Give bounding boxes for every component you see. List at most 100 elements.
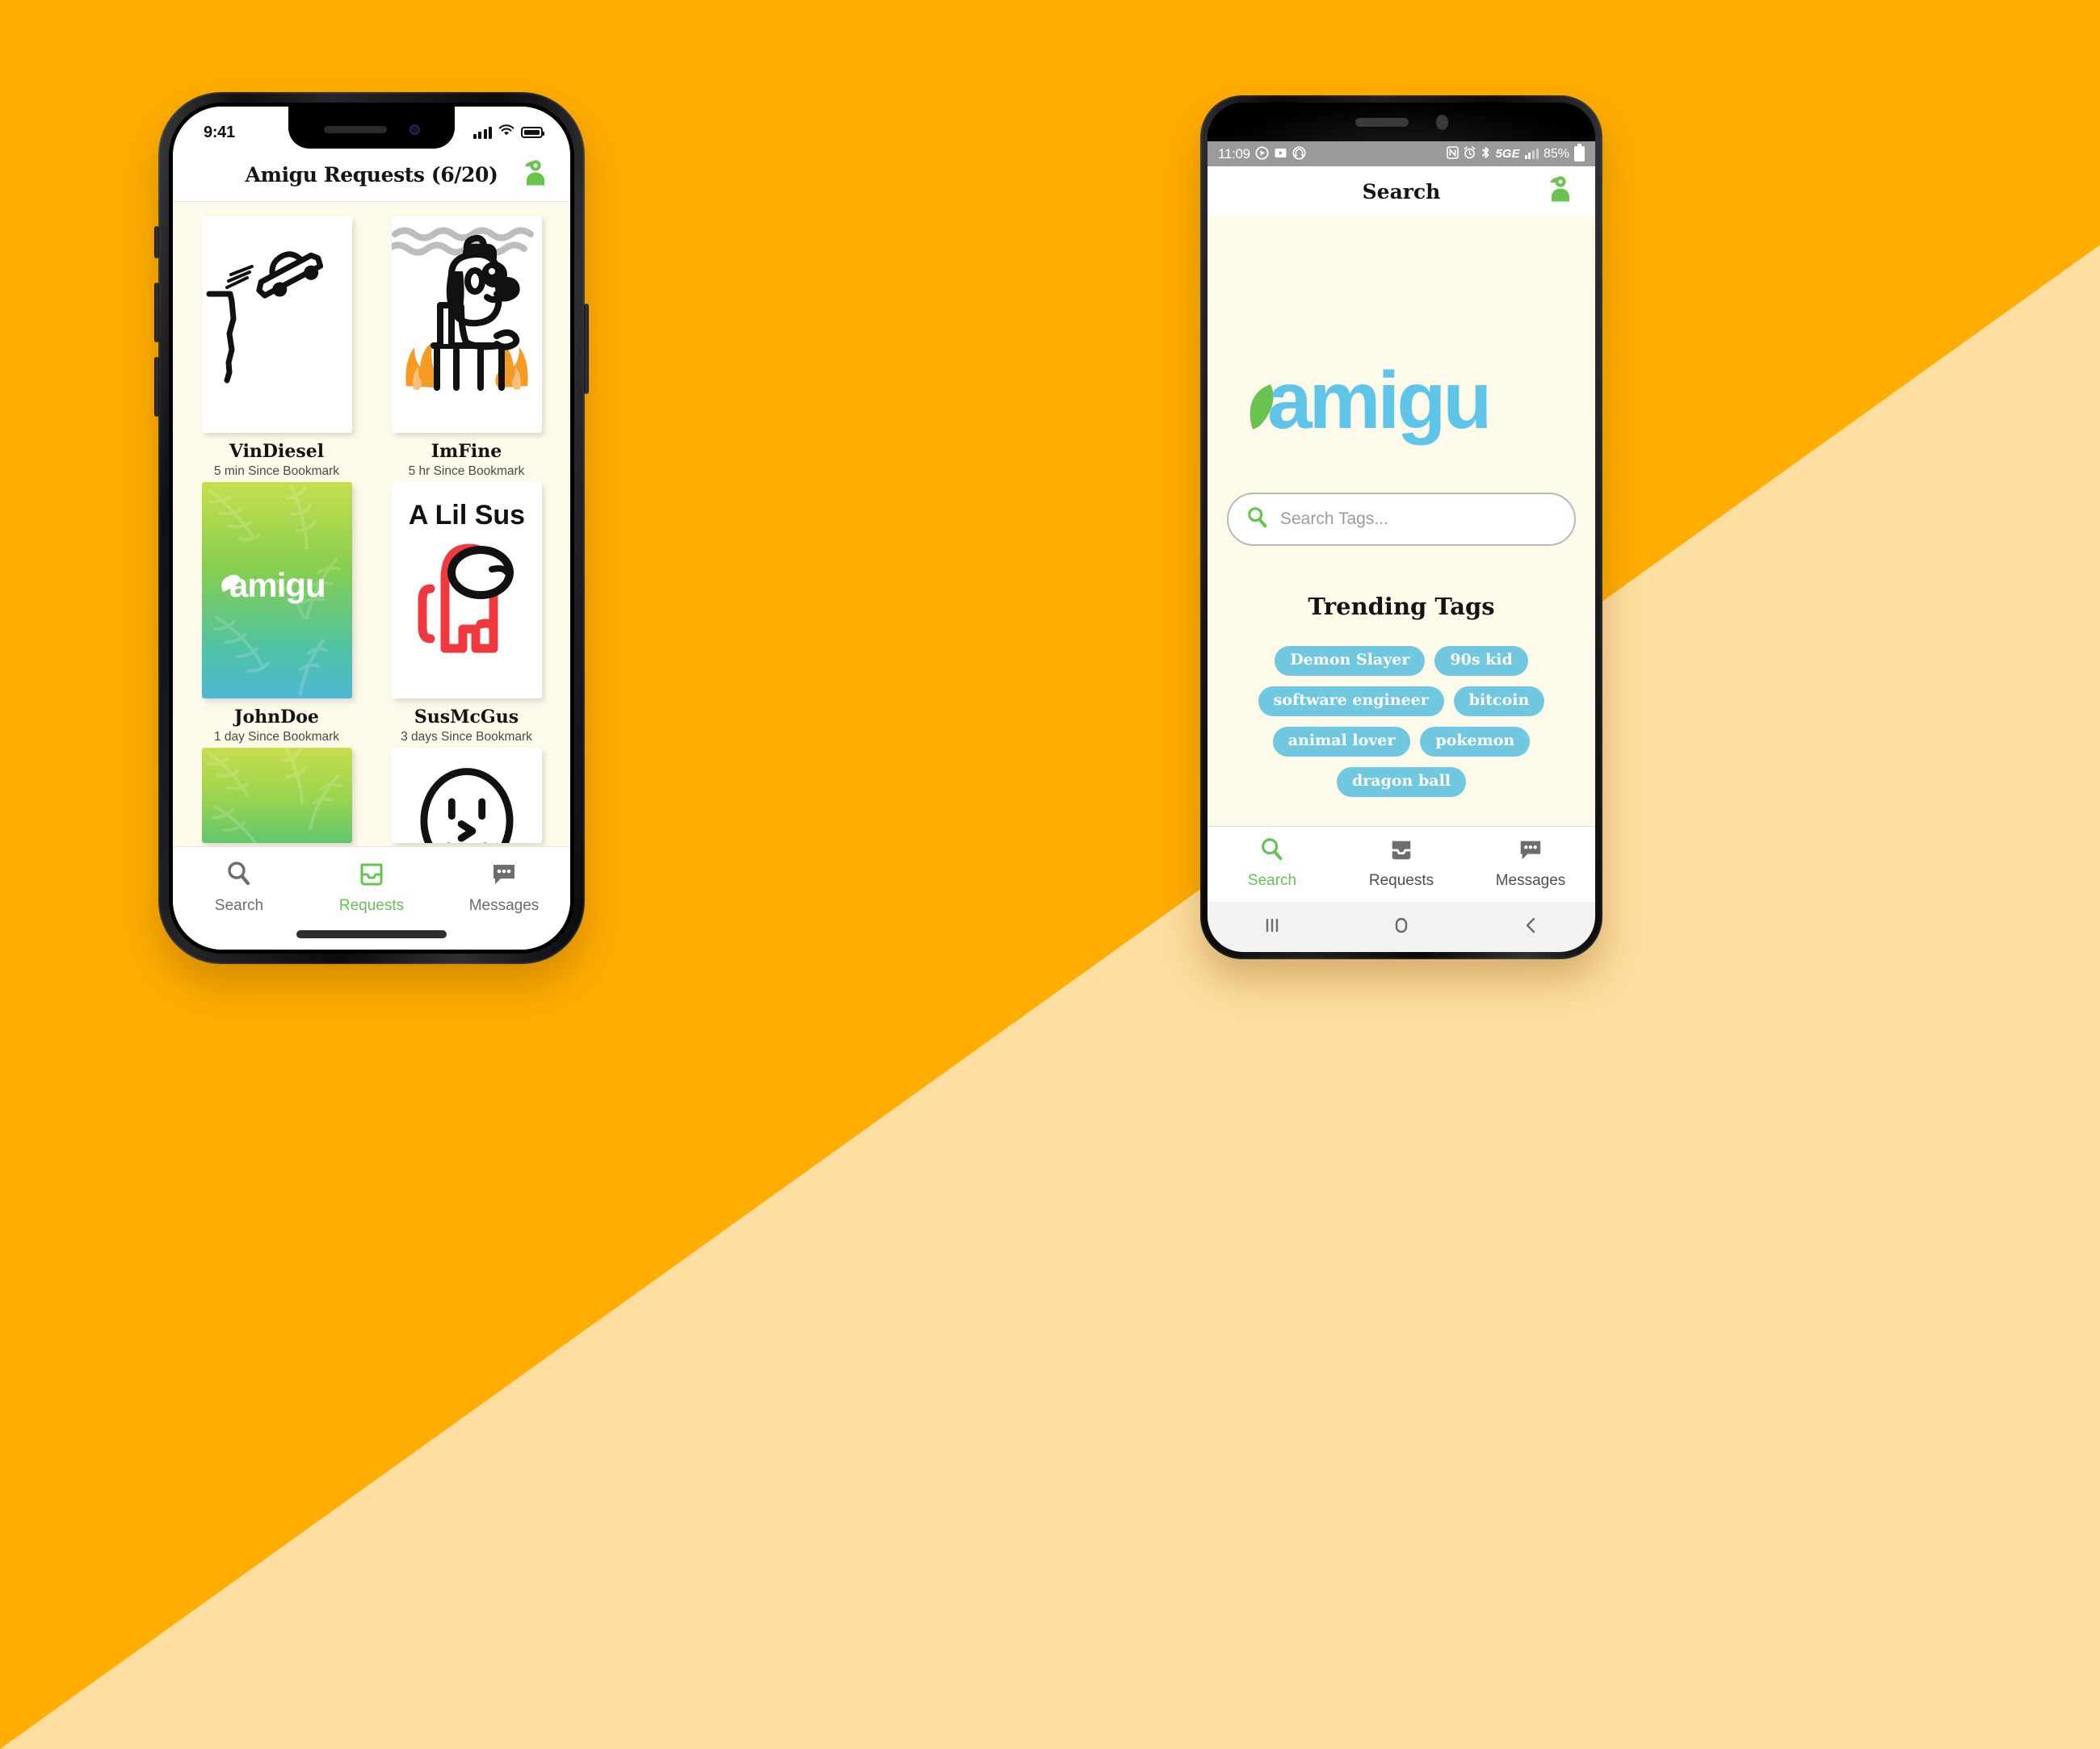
page-title: Search	[1362, 179, 1441, 203]
tab-requests[interactable]: Requests	[311, 860, 432, 915]
card-username: JohnDoe	[234, 707, 319, 728]
iphone-volume-up-button[interactable]	[154, 283, 159, 342]
tab-label: Requests	[338, 897, 405, 914]
battery-charging-icon	[1574, 144, 1585, 161]
tag-chip[interactable]: 90s kid	[1434, 646, 1528, 676]
amigu-leaf-placeholder: amigu	[201, 482, 352, 698]
card-thumbnail[interactable]: amigu	[201, 482, 352, 698]
dog-in-fire-doodle	[391, 227, 534, 391]
tab-label: Search	[214, 897, 264, 914]
search-icon	[1246, 506, 1269, 533]
tab-search[interactable]: Search	[1212, 837, 1333, 890]
card-username: ImFine	[430, 441, 502, 462]
request-card[interactable]	[191, 748, 363, 843]
card-thumbnail[interactable]	[201, 748, 352, 843]
inbox-tray-icon	[358, 860, 385, 891]
tag-chip[interactable]: software engineer	[1258, 686, 1444, 716]
card-timestamp: 3 days Since Bookmark	[401, 730, 532, 744]
search-page-content: amigu Search Tags... Trending Tags Demon…	[1208, 216, 1595, 826]
amigu-logo: amigu	[1240, 352, 1563, 449]
trending-tags-list: Demon Slayer 90s kid software engineer b…	[1227, 646, 1576, 797]
tab-label: Requests	[1368, 871, 1434, 889]
media-record-icon	[1255, 145, 1269, 162]
card-timestamp: 5 hr Since Bookmark	[408, 464, 525, 478]
back-chevron-icon[interactable]	[1518, 913, 1543, 942]
tab-label: Search	[1247, 871, 1297, 889]
iphone-volume-down-button[interactable]	[154, 357, 159, 417]
cellular-bars-icon	[472, 126, 492, 139]
tab-label: Messages	[1495, 871, 1566, 889]
battery-percent-label: 85%	[1543, 146, 1569, 161]
logo-text: amigu	[1267, 355, 1489, 446]
wifi-icon	[498, 124, 514, 141]
recents-icon[interactable]	[1260, 913, 1284, 942]
status-time: 11:09	[1218, 145, 1250, 161]
iphone-notch	[288, 107, 455, 149]
tag-chip[interactable]: pokemon	[1420, 727, 1531, 757]
card-thumbnail[interactable]: A Lil Sus	[391, 482, 542, 698]
requests-feed[interactable]: VinDiesel 5 min Since Bookmark ImFine 5 …	[173, 202, 570, 846]
tag-chip[interactable]: Demon Slayer	[1275, 646, 1426, 676]
iphone-power-button[interactable]	[584, 304, 589, 394]
tab-label: Messages	[468, 897, 540, 914]
card-thumbnail[interactable]	[391, 748, 542, 843]
android-screen: 11:09 5GE 85% Search amigu Search Tags..…	[1208, 103, 1595, 952]
home-circle-icon[interactable]	[1389, 913, 1413, 942]
iphone-device-mockup: 9:41 Amigu Requests (6/20) VinDiesel 5 m…	[154, 92, 589, 964]
request-card-grid: VinDiesel 5 min Since Bookmark ImFine 5 …	[191, 216, 552, 843]
card-username: VinDiesel	[229, 441, 325, 462]
iphone-silent-switch[interactable]	[154, 226, 159, 258]
nfc-icon	[1446, 146, 1459, 161]
android-top-bezel	[1208, 103, 1595, 141]
card-thumbnail[interactable]	[201, 216, 352, 433]
amigu-leaf-placeholder	[201, 748, 352, 843]
android-status-bar: 11:09 5GE 85%	[1208, 141, 1595, 166]
iphone-bezel: 9:41 Amigu Requests (6/20) VinDiesel 5 m…	[169, 103, 574, 954]
profile-avatar-icon[interactable]	[522, 157, 549, 192]
tag-chip[interactable]: animal lover	[1272, 727, 1411, 757]
search-icon	[1259, 837, 1285, 866]
bluetooth-icon	[1480, 146, 1491, 161]
search-input[interactable]: Search Tags...	[1227, 493, 1576, 546]
svg-text:amigu: amigu	[229, 566, 326, 604]
headphones-icon	[1292, 145, 1306, 162]
android-tab-bar: Search Requests Messages	[1208, 826, 1595, 902]
tab-requests[interactable]: Requests	[1341, 837, 1462, 890]
android-app-header: Search	[1208, 166, 1595, 216]
chat-bubble-icon	[490, 860, 518, 891]
request-card[interactable]: VinDiesel 5 min Since Bookmark	[191, 216, 363, 479]
search-icon	[225, 860, 253, 891]
tab-messages[interactable]: Messages	[443, 860, 565, 915]
home-indicator[interactable]	[296, 930, 447, 938]
earpiece-speaker-icon	[323, 125, 387, 133]
inbox-tray-icon	[1388, 837, 1414, 866]
iphone-tab-bar: Search Requests Messages	[173, 846, 570, 950]
request-card[interactable]: A Lil Sus SusMcGus 3 days Since Bookmark	[380, 482, 552, 744]
status-indicators	[472, 124, 544, 141]
tab-messages[interactable]: Messages	[1470, 837, 1591, 890]
network-type-label: 5GE	[1495, 147, 1520, 161]
request-card[interactable]: amigu JohnDoe 1 day Since Bookmark	[191, 482, 363, 744]
alarm-icon	[1464, 146, 1476, 161]
request-card[interactable]: ImFine 5 hr Since Bookmark	[380, 216, 552, 479]
request-card[interactable]	[380, 748, 552, 843]
tag-chip[interactable]: bitcoin	[1453, 686, 1545, 716]
earpiece-speaker-icon	[1354, 117, 1409, 127]
battery-full-icon	[521, 127, 544, 138]
search-placeholder: Search Tags...	[1280, 510, 1388, 528]
profile-avatar-icon[interactable]	[1547, 174, 1574, 209]
status-right-group: 5GE 85%	[1446, 144, 1585, 161]
video-player-icon	[1274, 146, 1287, 162]
front-camera-icon	[1435, 114, 1448, 130]
among-us-doodle: A Lil Sus	[408, 500, 525, 653]
page-title: Amigu Requests (6/20)	[245, 163, 498, 187]
card-username: SusMcGus	[414, 707, 519, 728]
card-thumbnail[interactable]	[391, 216, 542, 433]
tag-chip[interactable]: dragon ball	[1336, 767, 1467, 797]
status-left-group: 11:09	[1218, 146, 1306, 162]
tab-search[interactable]: Search	[178, 860, 300, 915]
iphone-app-header: Amigu Requests (6/20)	[173, 149, 570, 202]
iphone-screen: 9:41 Amigu Requests (6/20) VinDiesel 5 m…	[173, 107, 570, 950]
status-time: 9:41	[204, 123, 235, 141]
car-off-cliff-doodle	[206, 251, 323, 384]
